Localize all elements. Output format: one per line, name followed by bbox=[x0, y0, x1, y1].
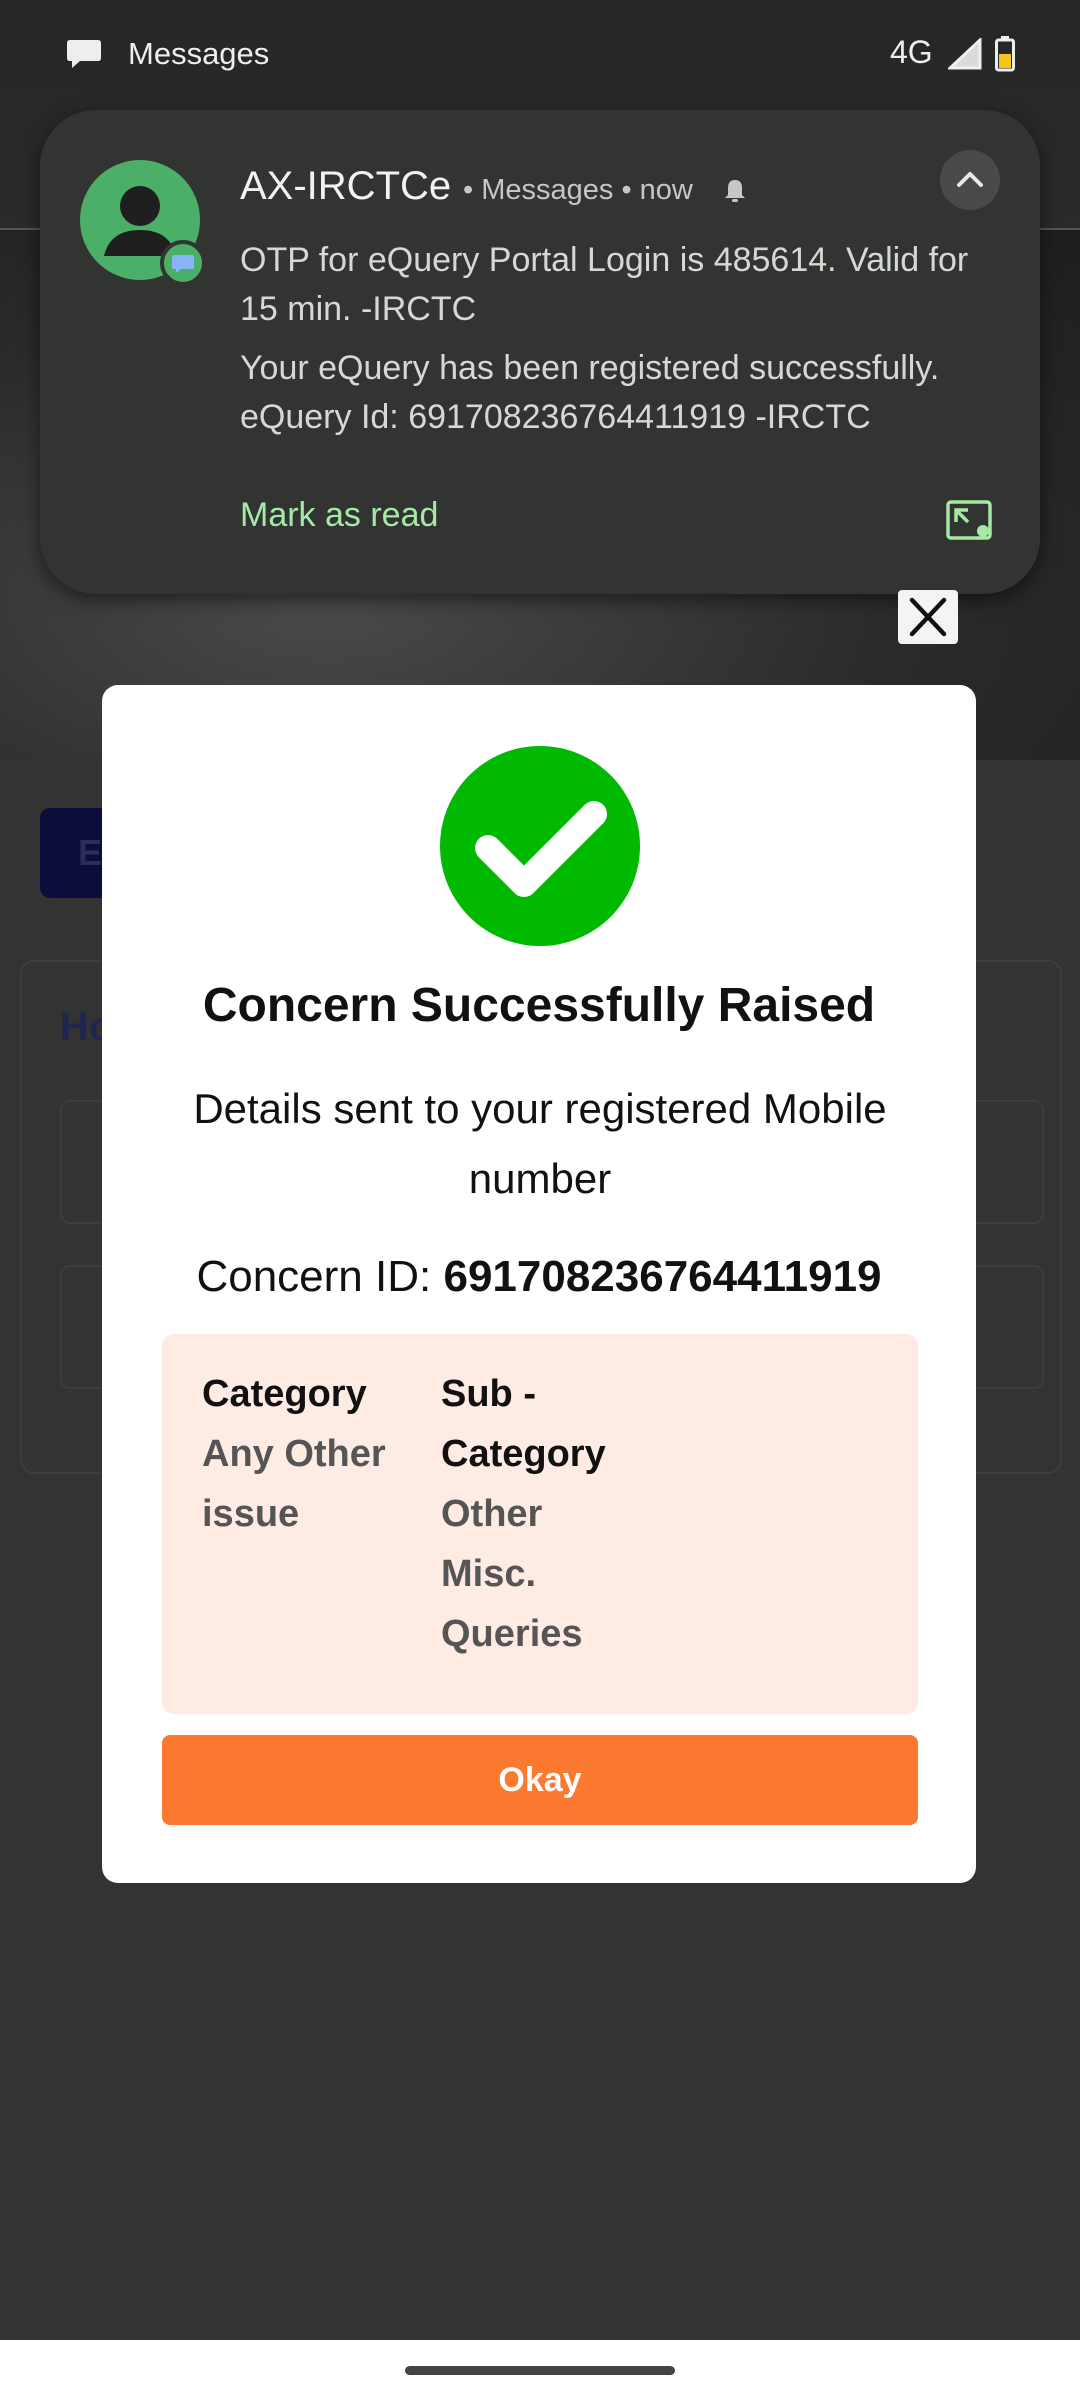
dialog-subtitle: Details sent to your registered Mobile n… bbox=[193, 1085, 887, 1202]
chevron-up-icon bbox=[957, 172, 983, 187]
category-label: Category bbox=[202, 1373, 367, 1415]
notification-sender: AX-IRCTCe bbox=[240, 164, 452, 208]
collapse-button[interactable] bbox=[940, 150, 1000, 210]
notification-meta: • Messages • now bbox=[463, 174, 693, 206]
subcategory-value: Other Misc. Queries bbox=[441, 1493, 583, 1655]
checkmark-icon bbox=[475, 801, 607, 897]
subcategory-label: Sub - Category bbox=[441, 1373, 606, 1475]
message-badge-icon bbox=[160, 240, 206, 286]
battery-icon bbox=[995, 36, 1015, 72]
category-value: Any Other issue bbox=[202, 1433, 386, 1535]
dialog-title: Concern Successfully Raised bbox=[202, 979, 876, 1032]
success-badge bbox=[440, 746, 640, 946]
concern-id-label: Concern ID: bbox=[196, 1252, 432, 1301]
concern-id: Concern ID: 691708236764411919 bbox=[102, 1252, 976, 1302]
background-button-label: E bbox=[78, 832, 103, 873]
concern-id-value: 691708236764411919 bbox=[443, 1252, 882, 1301]
sms-notification[interactable]: AX-IRCTCe • Messages • now OTP for eQuer… bbox=[40, 110, 1040, 594]
notification-message: Your eQuery has been registered successf… bbox=[240, 349, 940, 436]
network-type: 4G bbox=[890, 34, 933, 70]
close-icon bbox=[909, 597, 947, 637]
status-app-name: Messages bbox=[128, 36, 270, 71]
close-button[interactable] bbox=[898, 590, 958, 644]
notification-message: OTP for eQuery Portal Login is 485614. V… bbox=[240, 241, 969, 328]
picture-in-picture-icon[interactable] bbox=[946, 500, 992, 540]
bell-muted-icon bbox=[725, 180, 745, 202]
concern-details-box: Category Any Other issue Sub - Category … bbox=[162, 1334, 918, 1714]
messages-icon bbox=[67, 40, 101, 68]
signal-icon bbox=[948, 38, 982, 70]
status-bar: Messages 4G bbox=[0, 0, 1080, 108]
okay-button[interactable]: Okay bbox=[162, 1735, 918, 1825]
mark-as-read-button[interactable]: Mark as read bbox=[240, 496, 438, 535]
home-gesture-handle[interactable] bbox=[405, 2366, 675, 2375]
